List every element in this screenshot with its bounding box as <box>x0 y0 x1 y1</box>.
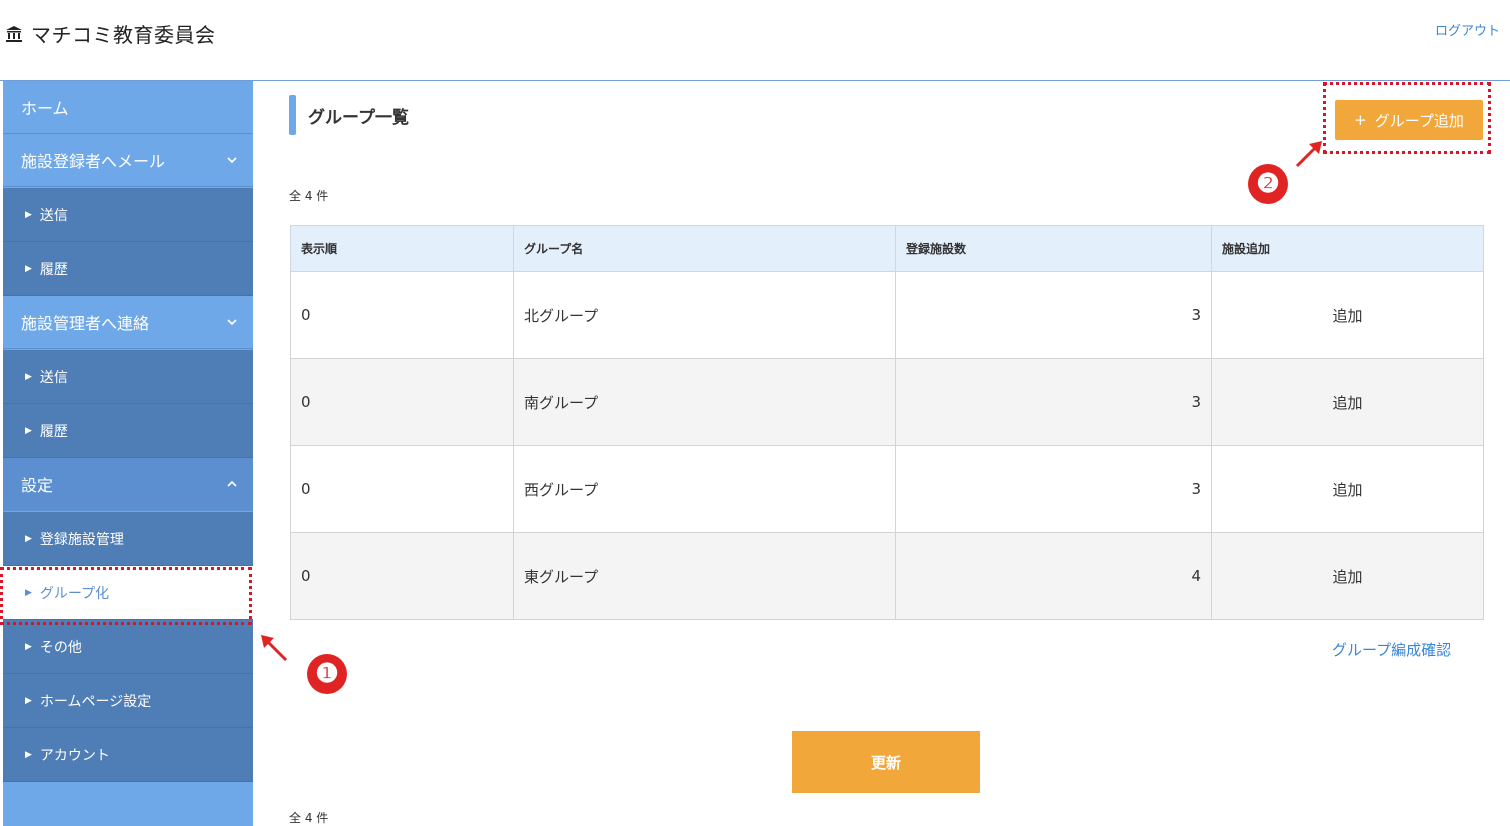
sidebar-item-account[interactable]: ▶ アカウント <box>3 728 253 782</box>
sidebar-item-grouping[interactable]: ▶ グループ化 <box>3 566 253 620</box>
sidebar-item-label: 設定 <box>21 476 54 495</box>
sidebar-item-label: その他 <box>39 639 82 656</box>
sidebar-item-facility-management[interactable]: ▶ 登録施設管理 <box>3 512 253 566</box>
sidebar-item-label: 履歴 <box>39 261 68 278</box>
triangle-right-icon: ▶ <box>25 749 32 760</box>
sidebar-item-settings[interactable]: 設定 <box>3 458 253 511</box>
group-table: 表示順 グループ名 登録施設数 施設追加 0 北グループ 3 追加 0 南グルー… <box>290 225 1484 620</box>
add-facility-link[interactable]: 追加 <box>1211 271 1484 359</box>
sidebar-item-label: 登録施設管理 <box>39 531 124 548</box>
triangle-right-icon: ▶ <box>25 587 32 598</box>
page-title: グループ一覧 <box>308 107 409 128</box>
group-composition-link[interactable]: グループ編成確認 <box>1332 639 1451 660</box>
add-group-button[interactable]: + グループ追加 <box>1335 100 1483 140</box>
sidebar-item-mail-history[interactable]: ▶ 履歴 <box>3 242 253 296</box>
triangle-right-icon: ▶ <box>25 371 32 382</box>
cell-order: 0 <box>290 445 514 533</box>
update-button[interactable]: 更新 <box>792 731 980 793</box>
result-count: 全 4 件 <box>289 189 329 203</box>
table-row: 0 北グループ 3 追加 <box>290 271 1484 359</box>
app-title: マチコミ教育委員会 <box>31 23 216 47</box>
cell-group-name: 西グループ <box>513 445 896 533</box>
sidebar-item-mail-registrants[interactable]: 施設登録者へメール <box>3 134 253 187</box>
column-header-facility-count: 登録施設数 <box>895 225 1212 272</box>
sidebar-item-label: 施設登録者へメール <box>21 152 166 171</box>
cell-facility-count: 3 <box>895 445 1212 533</box>
add-facility-link[interactable]: 追加 <box>1211 358 1484 446</box>
cell-facility-count: 3 <box>895 358 1212 446</box>
sidebar-item-label: アカウント <box>39 747 110 764</box>
triangle-right-icon: ▶ <box>25 263 32 274</box>
sidebar-item-label: ホームページ設定 <box>39 693 152 710</box>
table-header-row: 表示順 グループ名 登録施設数 施設追加 <box>290 225 1484 272</box>
sidebar-item-other[interactable]: ▶ その他 <box>3 620 253 674</box>
app-header: マチコミ教育委員会 ログアウト <box>0 0 1510 81</box>
cell-group-name: 東グループ <box>513 532 896 620</box>
sidebar-item-label: ホーム <box>21 99 69 118</box>
chevron-down-icon <box>227 319 237 326</box>
sidebar-item-mail-send[interactable]: ▶ 送信 <box>3 188 253 242</box>
result-count-bottom: 全 4 件 <box>289 811 329 825</box>
sidebar-item-home[interactable]: ホーム <box>3 81 253 134</box>
sidebar-item-homepage-settings[interactable]: ▶ ホームページ設定 <box>3 674 253 728</box>
add-facility-link[interactable]: 追加 <box>1211 445 1484 533</box>
cell-order: 0 <box>290 532 514 620</box>
cell-order: 0 <box>290 358 514 446</box>
logout-link[interactable]: ログアウト <box>1435 20 1500 39</box>
cell-facility-count: 4 <box>895 532 1212 620</box>
plus-icon: + <box>1354 111 1367 129</box>
annotation-marker-2: ❷ <box>1248 164 1288 204</box>
cell-facility-count: 3 <box>895 271 1212 359</box>
logo: マチコミ教育委員会 <box>5 19 216 48</box>
sidebar-item-contact-send[interactable]: ▶ 送信 <box>3 350 253 404</box>
cell-group-name: 南グループ <box>513 358 896 446</box>
sidebar-item-label: 送信 <box>39 369 68 386</box>
building-icon <box>6 25 22 42</box>
triangle-right-icon: ▶ <box>25 425 32 436</box>
sidebar-item-label: 履歴 <box>39 423 68 440</box>
sidebar: ホーム 施設登録者へメール ▶ 送信 ▶ 履歴 施設管理者へ連絡 ▶ 送信 ▶ … <box>3 81 253 826</box>
annotation-marker-1: ❶ <box>307 654 347 694</box>
cell-group-name: 北グループ <box>513 271 896 359</box>
chevron-down-icon <box>227 157 237 164</box>
column-header-group-name: グループ名 <box>513 225 896 272</box>
sidebar-item-contact-admins[interactable]: 施設管理者へ連絡 <box>3 296 253 349</box>
title-accent-bar <box>289 95 296 135</box>
add-group-button-label: グループ追加 <box>1374 111 1464 130</box>
triangle-right-icon: ▶ <box>25 209 32 220</box>
triangle-right-icon: ▶ <box>25 695 32 706</box>
table-row: 0 東グループ 4 追加 <box>290 532 1484 620</box>
cell-order: 0 <box>290 271 514 359</box>
arrow-icon <box>1295 141 1322 168</box>
sidebar-item-label: 施設管理者へ連絡 <box>21 314 150 333</box>
chevron-up-icon <box>227 480 237 487</box>
sidebar-item-label: 送信 <box>39 207 68 224</box>
sidebar-item-contact-history[interactable]: ▶ 履歴 <box>3 404 253 458</box>
table-row: 0 南グループ 3 追加 <box>290 358 1484 446</box>
sidebar-item-label: グループ化 <box>39 585 110 602</box>
arrow-icon <box>261 635 288 662</box>
table-row: 0 西グループ 3 追加 <box>290 445 1484 533</box>
page-title-block: グループ一覧 <box>289 95 409 135</box>
column-header-order: 表示順 <box>290 225 514 272</box>
triangle-right-icon: ▶ <box>25 641 32 652</box>
column-header-add-facility: 施設追加 <box>1211 225 1484 272</box>
add-facility-link[interactable]: 追加 <box>1211 532 1484 620</box>
triangle-right-icon: ▶ <box>25 533 32 544</box>
